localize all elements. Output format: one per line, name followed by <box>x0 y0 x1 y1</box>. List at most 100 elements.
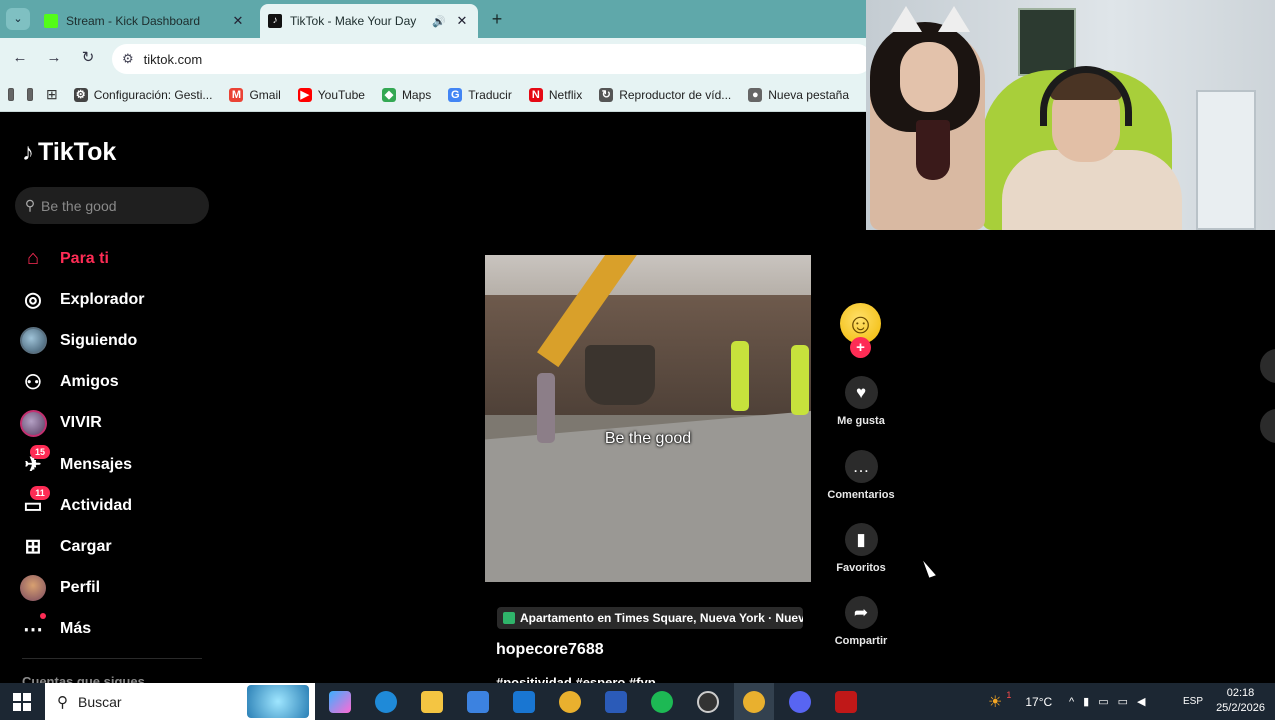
sidebar-item-label: Amigos <box>60 373 119 391</box>
comments-button[interactable]: … Comentarios <box>825 450 897 501</box>
edge-icon[interactable] <box>375 691 397 713</box>
bookmark-item[interactable]: ⚙ Configuración: Gesti... <box>73 87 213 102</box>
location-tag[interactable]: Apartamento en Times Square, Nueva York … <box>497 607 803 629</box>
next-video-button[interactable] <box>1260 409 1275 443</box>
bookmark-label: YouTube <box>317 87 365 102</box>
display-icon[interactable]: ▭ <box>1118 695 1137 708</box>
notification-dot <box>40 612 46 619</box>
video-frame-worker <box>791 345 809 415</box>
spotify-icon[interactable] <box>651 691 673 713</box>
tab-kick-dashboard[interactable]: Stream - Kick Dashboard ✕ <box>36 4 254 38</box>
sidebar-item-siguiendo[interactable]: Siguiendo <box>18 320 208 361</box>
address-toolbar: ← → ↻ ⚙ tiktok.com <box>0 38 872 78</box>
discord-icon[interactable] <box>789 691 811 713</box>
sidebar-item-label: Actividad <box>60 496 133 514</box>
file-explorer-icon[interactable] <box>421 691 443 713</box>
tab-title: TikTok - Make Your Day <box>290 14 417 28</box>
weather-widget[interactable]: ☀ 1 17°C <box>988 683 1052 720</box>
bookmark-item[interactable]: G Traducir <box>448 87 512 102</box>
sidebar-item-amigos[interactable]: ⚇ Amigos <box>18 362 208 403</box>
bookmark-folder-icon[interactable] <box>8 88 14 101</box>
network-icon[interactable]: ▭ <box>1098 695 1117 708</box>
sidebar-item-vivir[interactable]: VIVIR <box>18 403 208 444</box>
taskbar-search-input[interactable]: ⚲ Buscar <box>45 683 315 720</box>
bookmark-label: Gmail <box>249 87 281 102</box>
new-tab-button[interactable]: + <box>487 9 507 29</box>
webcam-window <box>1196 90 1256 230</box>
bookmark-label: Netflix <box>548 87 583 102</box>
video-author[interactable]: hopecore7688 <box>496 641 604 659</box>
outlook-icon[interactable] <box>513 691 535 713</box>
sidebar-item-mensajes[interactable]: ✈ 15 Mensajes <box>18 444 208 485</box>
bookmark-item[interactable]: N Netflix <box>528 87 583 102</box>
language-indicator[interactable]: ESP <box>1183 683 1203 720</box>
video-player[interactable]: Be the good <box>485 255 811 582</box>
browser-tab-strip: ⌄ Stream - Kick Dashboard ✕ ♪ TikTok - M… <box>0 0 866 38</box>
weather-temperature: 17°C <box>1025 694 1053 709</box>
search-highlight-image <box>247 685 309 718</box>
sidebar-nav: ⌂ Para ti ◎ Explorador Siguiendo ⚇ Amigo… <box>18 238 208 650</box>
previous-video-button[interactable] <box>1260 349 1275 383</box>
youtube-icon: ▶ <box>297 87 312 102</box>
sidebar-item-cargar[interactable]: ⊞ Cargar <box>18 526 208 567</box>
bookmark-item[interactable]: M Gmail <box>229 87 281 102</box>
sidebar-item-actividad[interactable]: ▭ 11 Actividad <box>18 485 208 526</box>
player-icon: ↻ <box>599 87 614 102</box>
bookmark-item[interactable]: ● Nueva pestaña <box>748 87 849 102</box>
url-text[interactable]: tiktok.com <box>144 52 203 67</box>
bookmark-item[interactable]: ◆ Maps <box>381 87 431 102</box>
bookmark-item[interactable]: ▶ YouTube <box>297 87 365 102</box>
action-label: Favoritos <box>836 562 886 574</box>
reload-icon[interactable]: ↻ <box>78 48 98 68</box>
bookmark-item[interactable]: ↻ Reproductor de víd... <box>599 87 731 102</box>
follow-plus-button[interactable]: + <box>850 337 871 358</box>
chevron-up-icon[interactable]: ^ <box>1069 696 1083 708</box>
close-tab-icon[interactable]: ✕ <box>454 13 470 29</box>
microphone-icon[interactable]: ▮ <box>1083 695 1098 708</box>
sidebar-item-para-ti[interactable]: ⌂ Para ti <box>18 238 208 279</box>
share-button[interactable]: ➦ Compartir <box>825 596 897 647</box>
forward-arrow-icon[interactable]: → <box>44 48 64 68</box>
apps-grid-icon[interactable]: ⊞ <box>46 86 58 103</box>
system-tray-icons[interactable]: ^ ▮ ▭ ▭ ◀ <box>1069 683 1155 720</box>
webcam-person-right <box>1002 150 1182 230</box>
chrome-icon[interactable] <box>559 691 581 713</box>
sidebar-divider <box>22 658 202 659</box>
close-tab-icon[interactable]: ✕ <box>230 13 246 29</box>
sidebar-item-explorador[interactable]: ◎ Explorador <box>18 279 208 320</box>
bookmark-label: Configuración: Gesti... <box>93 87 213 102</box>
system-clock[interactable]: 02:18 25/2/2026 <box>1216 686 1265 716</box>
sidebar-item-mas[interactable]: ⋯ Más <box>18 609 208 650</box>
gmail-icon: M <box>229 87 244 102</box>
omnibox[interactable]: ⚙ tiktok.com <box>112 44 872 74</box>
obs-icon[interactable] <box>697 691 719 713</box>
word-icon[interactable] <box>605 691 627 713</box>
bookmark-label: Nueva pestaña <box>768 87 849 102</box>
voicemeeter-icon[interactable] <box>835 691 857 713</box>
back-arrow-icon[interactable]: ← <box>10 48 30 68</box>
volume-icon[interactable]: ◀ <box>1137 695 1154 708</box>
bookmark-folder-icon[interactable] <box>26 88 33 101</box>
tiktok-favicon-icon: ♪ <box>268 14 282 28</box>
tab-search-button[interactable]: ⌄ <box>6 8 30 30</box>
webcam-poster <box>1018 8 1076 76</box>
site-info-icon[interactable]: ⚙ <box>122 51 134 67</box>
webcam-wine-glass <box>916 120 950 180</box>
windows-start-icon[interactable] <box>13 693 31 711</box>
copilot-icon[interactable] <box>329 691 351 713</box>
tab-tiktok[interactable]: ♪ TikTok - Make Your Day 🔊 ✕ <box>260 4 478 38</box>
search-input[interactable]: ⚲ Be the good <box>15 187 209 224</box>
favorites-button[interactable]: ▮ Favoritos <box>825 523 897 574</box>
speaker-icon[interactable]: 🔊 <box>432 15 446 28</box>
chrome-icon: ● <box>748 87 763 102</box>
clock-date: 25/2/2026 <box>1216 702 1265 714</box>
sidebar-item-perfil[interactable]: Perfil <box>18 568 208 609</box>
like-button[interactable]: ♥ Me gusta <box>825 376 897 427</box>
chrome-active-icon[interactable] <box>743 691 765 713</box>
video-frame-worker <box>731 341 749 411</box>
gear-icon: ⚙ <box>73 87 88 102</box>
clock-time: 02:18 <box>1226 687 1255 699</box>
tiktok-logo[interactable]: ♪ TikTok <box>22 138 116 167</box>
upload-icon: ⊞ <box>24 536 42 559</box>
store-icon[interactable] <box>467 691 489 713</box>
